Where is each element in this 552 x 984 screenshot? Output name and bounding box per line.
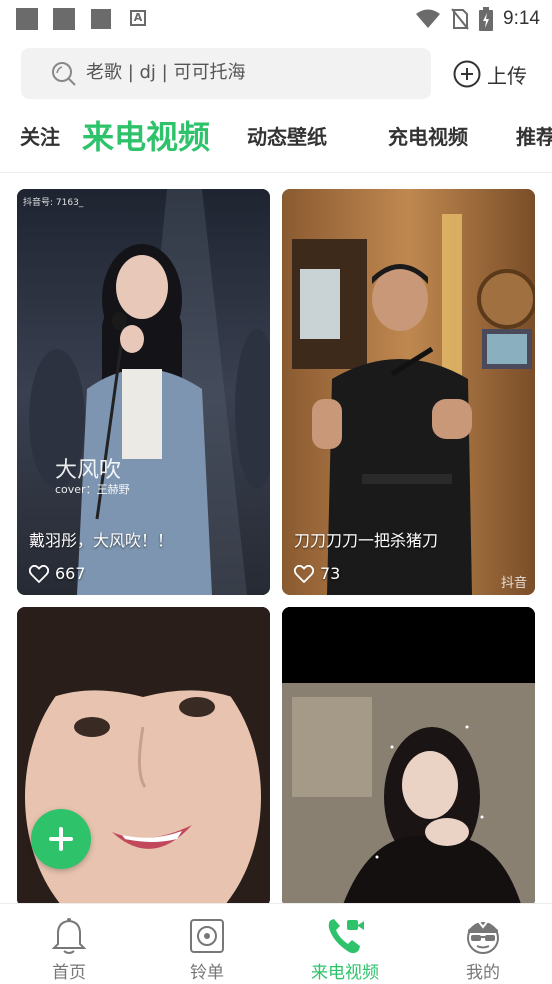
status-bar: A 9:14: [0, 0, 552, 38]
search-input[interactable]: 老歌 | dj | 可可托海: [21, 48, 431, 99]
nav-call-video-label: 来电视频: [311, 963, 379, 983]
category-tabs: 关注 来电视频 动态壁纸 充电视频 推荐: [0, 108, 552, 166]
nav-mine[interactable]: 我的: [414, 904, 552, 984]
tab-recommended[interactable]: 推荐: [516, 108, 552, 166]
tiktok-watermark: 抖音: [500, 576, 527, 591]
like-count-value: 667: [55, 564, 86, 583]
search-icon: [52, 62, 76, 86]
tab-charging-video[interactable]: 充电视频: [388, 108, 468, 166]
heart-icon: [29, 564, 49, 583]
add-fab-button[interactable]: [31, 809, 91, 869]
upload-label: 上传: [487, 63, 527, 88]
video-overlay-title: 大风吹: [55, 458, 122, 483]
video-caption: 戴羽彤，大风吹！！: [29, 531, 174, 550]
like-count-value: 73: [320, 564, 341, 583]
battery-charging-icon: [479, 7, 494, 31]
search-placeholder: 老歌 | dj | 可可托海: [86, 62, 246, 83]
notification-icon: [53, 8, 75, 30]
video-caption: 刀刀刀刀一把杀猪刀: [294, 531, 439, 550]
watermark-text: 抖音号: 7163_: [23, 198, 84, 208]
video-thumbnail: [282, 607, 535, 907]
like-count[interactable]: 73: [294, 564, 340, 583]
like-count[interactable]: 667: [29, 564, 86, 583]
video-card[interactable]: 抖音号: 7163_ 大风吹 cover：王赫野 戴羽彤，大风吹！！ 667: [17, 189, 270, 595]
no-sim-icon: [451, 8, 469, 30]
clock-time: 9:14: [503, 8, 540, 29]
video-card[interactable]: 抖音 刀刀刀刀一把杀猪刀 73: [282, 189, 535, 595]
nav-mine-label: 我的: [466, 963, 500, 983]
video-card[interactable]: [282, 607, 535, 907]
nav-call-video[interactable]: 来电视频: [276, 904, 414, 984]
phone-video-icon: [328, 919, 364, 954]
notification-icon: [91, 9, 111, 29]
upload-button[interactable]: 上传: [453, 60, 527, 88]
tabs-divider: [0, 172, 552, 173]
ringtone-list-icon: [190, 919, 224, 953]
nav-ringtone-list[interactable]: 铃单: [138, 904, 276, 984]
bottom-navigation: 首页 铃单 来电视频 我的: [0, 903, 552, 984]
nav-home[interactable]: 首页: [0, 904, 138, 984]
profile-avatar-icon: [467, 921, 499, 954]
heart-icon: [294, 564, 314, 583]
wifi-icon: [416, 9, 441, 28]
video-overlay-subtitle: cover：王赫野: [55, 483, 130, 496]
tab-follow[interactable]: 关注: [20, 108, 60, 166]
nav-ringtone-list-label: 铃单: [190, 963, 224, 983]
notification-icon: [16, 8, 38, 30]
keyboard-a-icon: A: [130, 10, 146, 26]
bell-icon: [51, 918, 87, 954]
tab-live-wallpaper[interactable]: 动态壁纸: [247, 108, 327, 166]
plus-circle-icon: [453, 60, 481, 88]
nav-home-label: 首页: [52, 963, 86, 983]
tab-call-video[interactable]: 来电视频: [82, 108, 210, 166]
